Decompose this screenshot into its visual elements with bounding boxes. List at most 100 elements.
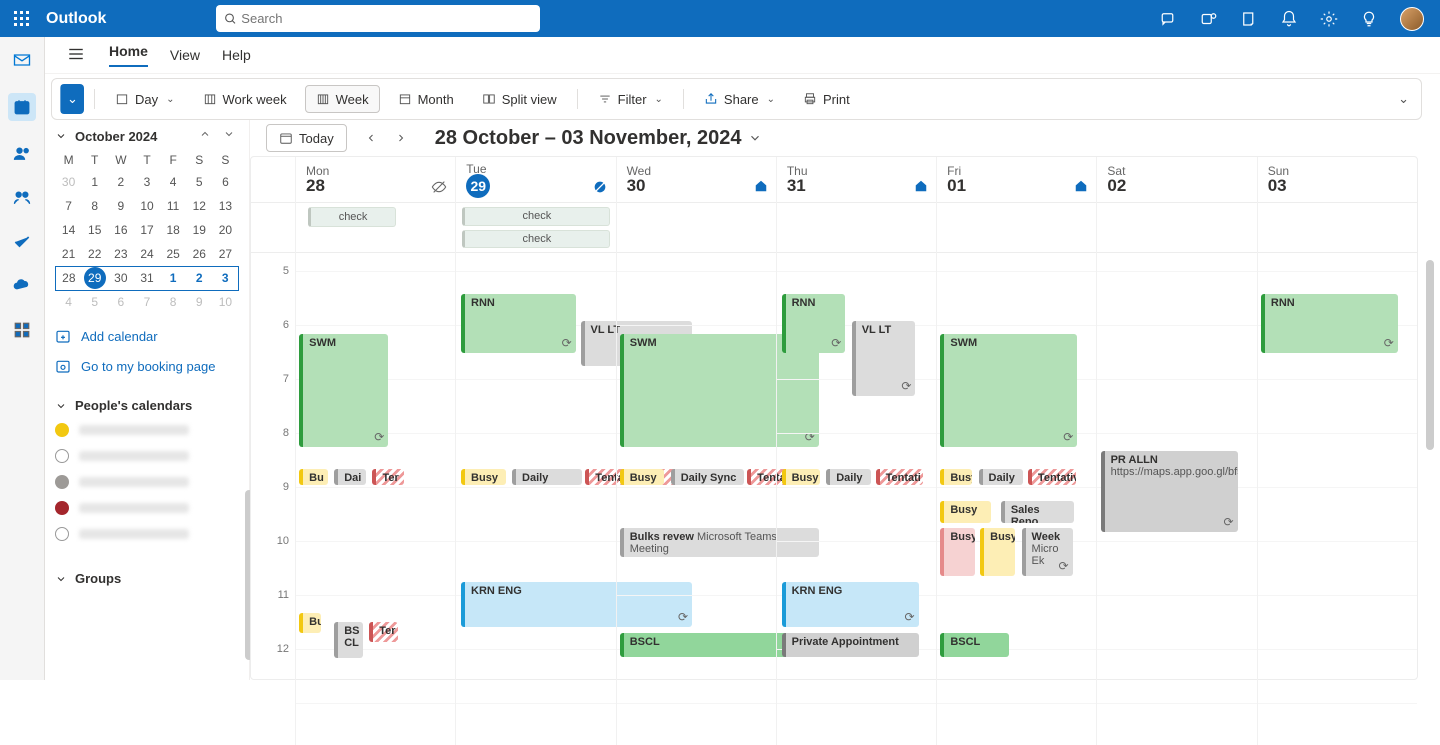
minicalendar-day[interactable]: 31 [134,266,160,290]
allday-event[interactable]: check [308,207,396,227]
minicalendar-day[interactable]: 6 [108,290,134,314]
minicalendar-day[interactable]: 4 [56,290,82,314]
minicalendar-day[interactable]: 3 [212,266,238,290]
minicalendar-day[interactable]: 9 [108,194,134,218]
minicalendar-day[interactable]: 19 [186,218,212,242]
lightbulb-icon[interactable] [1360,10,1378,28]
calendar-event[interactable]: SWM⟳ [299,334,388,447]
onedrive-icon[interactable] [11,275,33,297]
people-icon[interactable] [11,143,33,165]
minicalendar-day[interactable]: 2 [108,170,134,194]
day-header[interactable]: Thu31 [777,157,936,203]
today-button[interactable]: Today [266,124,347,152]
new-event-button[interactable]: New event ⌄ [60,84,84,114]
tab-help[interactable]: Help [222,47,251,63]
minicalendar-day[interactable]: 15 [82,218,108,242]
tab-view[interactable]: View [170,47,200,63]
day-header[interactable]: Sun03 [1258,157,1417,203]
calendar-event[interactable]: Daily Sy [979,469,1024,485]
calendar-event[interactable]: Busy [461,469,506,485]
add-calendar-link[interactable]: Add calendar [55,328,239,344]
calendar-toggle[interactable] [55,501,239,515]
calendar-event[interactable]: Daily Sy [826,469,871,485]
week-view-button[interactable]: Week [305,85,380,113]
calendar-event[interactable]: RNN⟳ [461,294,576,353]
app-launcher-icon[interactable] [0,0,44,37]
minicalendar-day[interactable]: 26 [186,242,212,266]
new-event-chevron[interactable]: ⌄ [60,84,84,114]
calendar-event[interactable]: Bu [299,613,321,633]
minicalendar-day[interactable]: 14 [56,218,82,242]
calendar-event[interactable]: BS CL [334,622,363,658]
calendar-event[interactable]: Ter [369,622,398,642]
calendar-toggle[interactable] [55,423,239,437]
todo-icon[interactable] [11,231,33,253]
prev-week-button[interactable] [365,132,377,144]
allday-event[interactable]: check [462,230,609,249]
calendar-event[interactable]: Tentativ [1028,469,1076,485]
minicalendar-day[interactable]: 2 [186,266,212,290]
day-header[interactable]: Mon28 [296,157,455,203]
minicalendar-day[interactable]: 24 [134,242,160,266]
minicalendar-day[interactable]: 5 [186,170,212,194]
minicalendar-day[interactable]: 11 [160,194,186,218]
calendar-toggle[interactable] [55,449,239,463]
minicalendar-day[interactable]: 30 [108,266,134,290]
calendar-event[interactable]: KRN ENG⟳ [782,582,919,628]
minicalendar-day[interactable]: 4 [160,170,186,194]
notes-icon[interactable] [1240,10,1258,28]
minicalendar-day[interactable]: 10 [212,290,238,314]
calendar-event[interactable]: Sales Repo [1001,501,1074,523]
avatar[interactable] [1400,7,1424,31]
minicalendar-day[interactable]: 7 [56,194,82,218]
toolbar-overflow[interactable]: ⌄ [1394,91,1413,107]
minicalendar-day[interactable]: 25 [160,242,186,266]
teams-icon[interactable] [1200,10,1218,28]
calendar-event[interactable]: PR ALLN https://maps.app.goo.gl/bf5wvMc4… [1101,451,1238,532]
calendar-event[interactable]: Busy [980,528,1015,577]
calendar-event[interactable]: RNN⟳ [1261,294,1398,353]
minicalendar-day[interactable]: 16 [108,218,134,242]
print-button[interactable]: Print [793,85,860,113]
minicalendar-day[interactable]: 6 [212,170,238,194]
tab-home[interactable]: Home [109,43,148,67]
minicalendar-day[interactable]: 7 [134,290,160,314]
calendar-scrollbar[interactable] [1426,260,1434,450]
filter-button[interactable]: Filter⌄ [588,85,673,113]
minicalendar-day[interactable]: 1 [160,266,186,290]
minicalendar-day[interactable]: 1 [82,170,108,194]
minicalendar-day[interactable]: 23 [108,242,134,266]
next-week-button[interactable] [395,132,407,144]
minicalendar-day[interactable]: 13 [212,194,238,218]
search-box[interactable] [216,5,540,32]
calendar-toggle[interactable] [55,527,239,541]
calendar-event[interactable]: Ter [372,469,404,485]
minicalendar-day[interactable]: 8 [82,194,108,218]
apps-icon[interactable] [11,319,33,341]
minicalendar-day[interactable]: 18 [160,218,186,242]
chevron-down-icon[interactable] [55,130,67,142]
share-button[interactable]: Share⌄ [694,85,785,113]
day-header[interactable]: Sat02 [1097,157,1256,203]
prev-month-button[interactable] [199,128,215,144]
mini-calendar[interactable]: MTWTFSS 30123456789101112131415161718192… [55,150,239,314]
minicalendar-day[interactable]: 29 [82,266,108,290]
teams-chat-icon[interactable] [1160,10,1178,28]
calendar-event[interactable]: RNN⟳ [782,294,846,353]
calendar-event[interactable]: Dai [334,469,366,485]
calendar-event[interactable]: Private Appointment [782,633,919,657]
calendar-event[interactable]: Busy [940,501,991,523]
calendar-event[interactable]: BSCL [940,633,1008,657]
calendar-event[interactable]: Week Micro Ek⟳ [1022,528,1073,577]
minicalendar-day[interactable]: 28 [56,266,82,290]
calendar-event[interactable]: SWM⟳ [940,334,1077,447]
calendar-event[interactable]: VL LT⟳ [852,321,916,397]
calendar-event[interactable]: Daily Sync Mic [512,469,582,485]
bell-icon[interactable] [1280,10,1298,28]
groups-section[interactable]: Groups [55,571,239,586]
next-month-button[interactable] [223,128,239,144]
chevron-down-icon[interactable] [748,131,762,145]
day-header[interactable]: Wed30 [617,157,776,203]
search-input[interactable] [241,11,532,26]
day-header[interactable]: Tue29 [456,157,615,203]
